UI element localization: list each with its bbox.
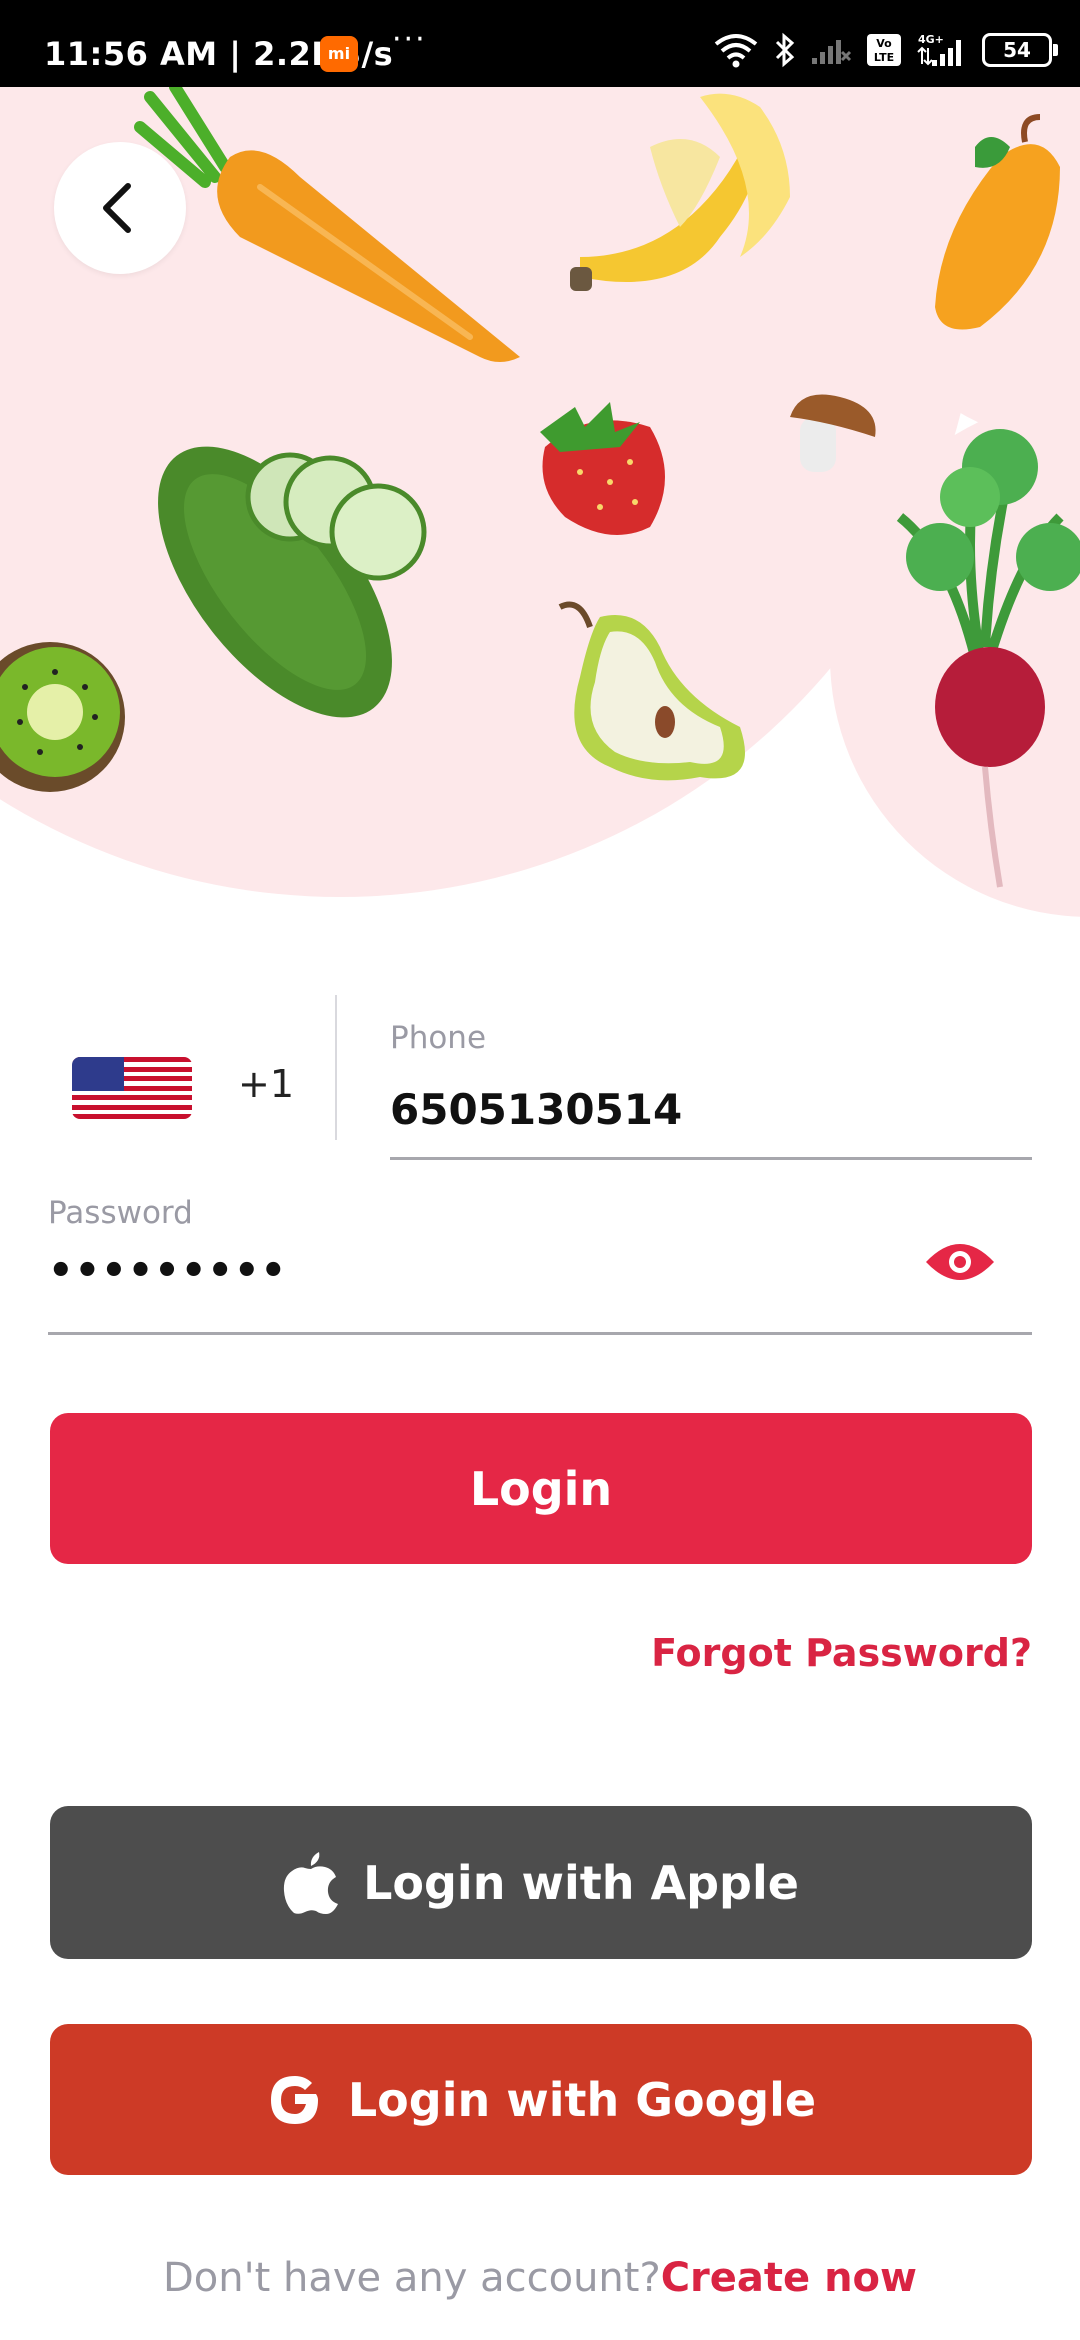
signup-prompt: Don't have any account? [162, 2255, 661, 2301]
google-button-label: Login with Google [347, 2072, 817, 2127]
more-dots-icon: ··· [392, 22, 427, 57]
login-with-apple-button[interactable]: Login with Apple [50, 1806, 1032, 1959]
apple-button-label: Login with Apple [363, 1855, 799, 1910]
login-with-google-button[interactable]: Login with Google [50, 2024, 1032, 2175]
signal-4g-icon: 4G+ [917, 33, 961, 66]
status-bar: 11:56 AM | 2.2KB/s mi ··· Vo LTE 4G+ 54 [0, 0, 1080, 87]
password-underline [48, 1332, 1032, 1335]
forgot-password-link[interactable]: Forgot Password? [651, 1631, 1032, 1675]
create-account-link[interactable]: Create now [661, 2255, 917, 2301]
password-input[interactable]: ••••••••• [48, 1248, 287, 1294]
hero-illustration [0, 87, 1080, 947]
phone-input[interactable]: 6505130514 [390, 1085, 682, 1134]
mi-badge: mi [320, 36, 358, 72]
back-button[interactable] [54, 142, 186, 274]
status-icons: Vo LTE 4G+ 54 [712, 30, 1058, 70]
signup-row: Don't have any account?Create now [0, 2255, 1080, 2301]
volte-icon: Vo LTE [867, 34, 901, 66]
battery-indicator: 54 [982, 33, 1058, 67]
country-code[interactable]: +1 [238, 1062, 294, 1106]
chevron-left-icon [103, 183, 131, 233]
svg-text:Vo: Vo [876, 37, 892, 50]
login-button[interactable]: Login [50, 1413, 1032, 1564]
login-button-label: Login [469, 1461, 613, 1516]
eye-icon[interactable] [924, 1236, 996, 1288]
apple-icon [283, 1851, 339, 1914]
bluetooth-icon [775, 32, 795, 68]
phone-label: Phone [390, 1020, 487, 1056]
password-label: Password [48, 1195, 193, 1231]
country-flag-us[interactable] [72, 1057, 192, 1119]
svg-text:LTE: LTE [874, 51, 894, 64]
signal-weak-icon [812, 40, 852, 64]
us-flag-icon [72, 1057, 192, 1119]
svg-text:4G+: 4G+ [918, 33, 944, 46]
wifi-icon [714, 34, 758, 68]
google-g-icon [270, 2075, 318, 2124]
phone-divider [335, 995, 337, 1140]
phone-underline [390, 1157, 1032, 1160]
